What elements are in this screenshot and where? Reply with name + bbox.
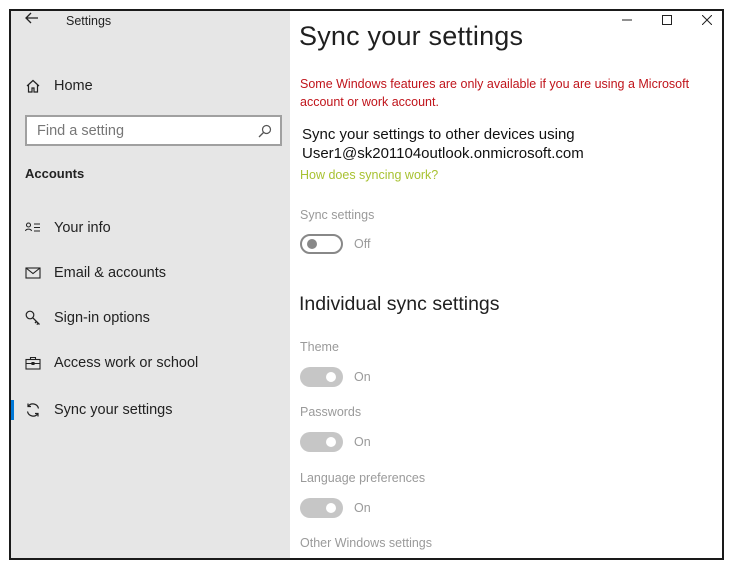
sync-settings-toggle-row: Off [300,233,370,255]
other-windows-settings-label: Other Windows settings [300,536,432,550]
sidebar-item-label: Email & accounts [54,265,167,281]
theme-toggle-row: On [300,366,371,388]
language-preferences-label: Language preferences [300,471,426,485]
briefcase-icon [25,356,41,370]
theme-label: Theme [300,340,339,354]
sidebar-item-label: Sync your settings [54,402,173,418]
warning-message: Some Windows features are only available… [300,77,690,109]
home-icon [26,79,40,93]
passwords-toggle[interactable] [300,432,343,452]
sidebar-item-label: Access work or school [54,355,199,371]
search-input[interactable]: Find a setting [25,115,282,146]
settings-window: Settings Home Find a setting Accounts Yo… [9,9,724,560]
back-button[interactable] [25,11,45,31]
search-placeholder: Find a setting [37,122,125,139]
close-icon [702,15,712,25]
toggle-state: On [354,370,371,384]
main-content: Sync your settings Some Windows features… [290,11,722,558]
sync-description: Sync your settings to other devices usin… [302,126,584,162]
sidebar-item-label: Your info [54,220,111,236]
sidebar-item-access-work-school[interactable]: Access work or school [11,350,290,376]
sidebar-item-sign-in-options[interactable]: Sign-in options [11,305,290,331]
sidebar-item-label: Sign-in options [54,310,150,326]
page-title: Sync your settings [299,21,524,51]
search-icon [258,124,272,137]
envelope-icon [25,267,41,279]
section-title: Accounts [25,166,85,181]
sync-settings-label: Sync settings [300,208,375,222]
theme-toggle[interactable] [300,367,343,387]
maximize-icon [662,15,672,25]
minimize-button[interactable] [610,11,644,29]
maximize-button[interactable] [650,11,684,29]
close-button[interactable] [690,11,722,29]
app-title: Settings [66,14,112,28]
key-icon [25,310,40,326]
how-syncing-works-link[interactable]: How does syncing work? [300,168,438,182]
passwords-label: Passwords [300,405,362,419]
sidebar-item-sync-settings[interactable]: Sync your settings [11,397,290,423]
language-preferences-toggle-row: On [300,497,371,519]
toggle-state: On [354,435,371,449]
toggle-state: On [354,501,371,515]
minimize-icon [622,19,632,21]
language-preferences-toggle[interactable] [300,498,343,518]
sidebar: Settings Home Find a setting Accounts Yo… [11,11,290,558]
toggle-state: Off [354,237,371,251]
toggle-knob [307,239,317,249]
sidebar-item-your-info[interactable]: Your info [11,215,290,241]
back-arrow-icon [25,12,38,24]
toggle-knob [326,503,336,513]
sync-icon [26,403,40,417]
passwords-toggle-row: On [300,431,371,453]
sidebar-item-email-accounts[interactable]: Email & accounts [11,260,290,286]
person-card-icon [25,222,40,232]
sync-settings-toggle[interactable] [300,234,343,254]
individual-sync-heading: Individual sync settings [299,293,500,315]
toggle-knob [326,437,336,447]
home-nav-item[interactable]: Home [25,75,93,97]
toggle-knob [326,372,336,382]
home-label: Home [54,78,93,94]
